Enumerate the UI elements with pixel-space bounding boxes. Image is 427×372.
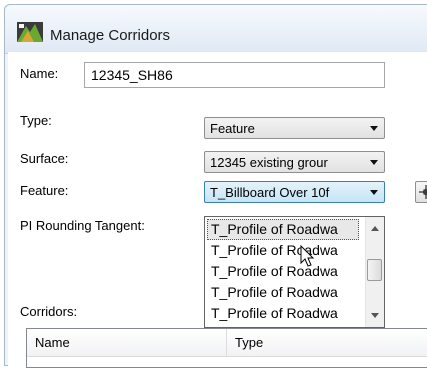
column-header-type[interactable]: Type	[227, 329, 427, 357]
title-bar[interactable]: Manage Corridors	[5, 5, 427, 54]
scrollbar-thumb[interactable]	[367, 259, 382, 281]
corridors-table[interactable]: Name Type	[26, 328, 427, 368]
dropdown-item[interactable]: T_Profile of Roadwa	[207, 303, 359, 324]
chevron-down-icon	[370, 126, 378, 131]
feature-select[interactable]: T_Billboard Over 10f	[204, 181, 385, 203]
window-title: Manage Corridors	[50, 27, 171, 44]
dropdown-item[interactable]: T_Profile of Roadwa	[207, 282, 359, 303]
pi-rounding-tangent-label: PI Rounding Tangent:	[20, 218, 145, 233]
name-input[interactable]: 12345_SH86	[84, 62, 385, 88]
type-label: Type:	[20, 113, 52, 128]
surface-label: Surface:	[20, 151, 69, 166]
surface-select[interactable]: 12345 existing grour	[204, 151, 385, 173]
scroll-down-icon[interactable]	[371, 313, 379, 318]
pick-feature-button[interactable]	[415, 181, 427, 203]
dropdown-item[interactable]: T_Profile of Roadwa	[207, 219, 359, 240]
mouse-pointer-icon	[300, 245, 315, 267]
name-label: Name:	[20, 66, 59, 81]
chevron-down-icon	[370, 190, 378, 195]
scroll-up-icon[interactable]	[371, 226, 379, 231]
column-header-name[interactable]: Name	[27, 329, 227, 357]
dropdown-scrollbar[interactable]	[365, 217, 384, 327]
feature-dropdown-list[interactable]: T_Profile of Roadwa T_Profile of Roadwa …	[204, 216, 385, 328]
type-select-value: Feature	[210, 121, 255, 136]
crosshair-icon	[419, 185, 427, 199]
corridors-label: Corridors:	[20, 304, 78, 319]
dropdown-item[interactable]: T_Profile of Roadwa	[207, 261, 359, 282]
corridor-app-icon	[17, 22, 43, 42]
type-select[interactable]: Feature	[204, 117, 385, 139]
chevron-down-icon	[370, 160, 378, 165]
dropdown-item[interactable]: T_Profile of Roadwa	[207, 240, 359, 261]
feature-select-value: T_Billboard Over 10f	[210, 185, 330, 200]
feature-label: Feature:	[20, 183, 69, 198]
surface-select-value: 12345 existing grour	[210, 155, 328, 170]
